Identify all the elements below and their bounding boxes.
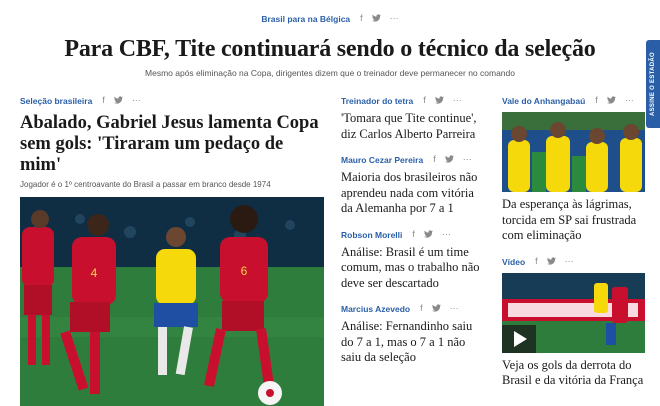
twitter-icon[interactable] bbox=[606, 96, 616, 106]
story-kicker[interactable]: Robson Morelli bbox=[341, 230, 402, 240]
twitter-icon[interactable] bbox=[431, 304, 441, 314]
story-kicker[interactable]: Vale do Anhangabaú bbox=[502, 96, 585, 106]
top-subtitle: Mesmo após eliminação na Copa, dirigente… bbox=[145, 68, 515, 78]
crowd-image bbox=[502, 112, 645, 192]
list-item: Vídeo f ··· Veja os gols da derrota do B… bbox=[502, 256, 645, 389]
facebook-icon[interactable]: f bbox=[102, 96, 105, 106]
more-icon[interactable]: ··· bbox=[565, 256, 574, 267]
subscribe-tab[interactable]: ASSINE O ESTADÃO bbox=[646, 40, 660, 128]
svg-text:4: 4 bbox=[91, 266, 98, 280]
story-headline[interactable]: Veja os gols da derrota do Brasil e da v… bbox=[502, 358, 645, 389]
story-kicker[interactable]: Marcius Azevedo bbox=[341, 304, 410, 314]
list-item: Vale do Anhangabaú f ··· Da esperança às… bbox=[502, 96, 645, 244]
more-icon[interactable]: ··· bbox=[625, 96, 634, 106]
share-bar: f ··· bbox=[360, 14, 399, 24]
list-item: Mauro Cezar Pereira f ··· Maioria dos br… bbox=[341, 155, 487, 217]
subscribe-tab-label: ASSINE O ESTADÃO bbox=[650, 51, 656, 117]
more-icon[interactable]: ··· bbox=[390, 14, 399, 24]
more-icon[interactable]: ··· bbox=[132, 96, 141, 106]
story-kicker[interactable]: Mauro Cezar Pereira bbox=[341, 155, 423, 165]
facebook-icon[interactable]: f bbox=[535, 256, 538, 267]
video-image bbox=[502, 272, 645, 353]
facebook-icon[interactable]: f bbox=[412, 229, 415, 240]
story-headline[interactable]: 'Tomara que Tite continue', diz Carlos A… bbox=[341, 111, 487, 142]
main-story: Seleção brasileira f ··· Abalado, Gabrie… bbox=[20, 96, 326, 406]
twitter-icon[interactable] bbox=[546, 256, 556, 267]
facebook-icon[interactable]: f bbox=[423, 96, 426, 106]
main-photo[interactable]: 6 4 bbox=[20, 197, 324, 406]
share-bar: f ··· bbox=[412, 229, 451, 240]
svg-text:6: 6 bbox=[241, 264, 248, 278]
share-bar: f ··· bbox=[102, 96, 141, 106]
facebook-icon[interactable]: f bbox=[595, 96, 598, 106]
facebook-icon[interactable]: f bbox=[433, 155, 436, 165]
main-headline[interactable]: Abalado, Gabriel Jesus lamenta Copa sem … bbox=[20, 113, 326, 176]
list-item: Treinador do tetra f ··· 'Tomara que Tit… bbox=[341, 96, 487, 142]
top-story: Brasil para na Bélgica f ··· Para CBF, T… bbox=[0, 14, 660, 79]
more-icon[interactable]: ··· bbox=[450, 304, 459, 314]
main-kicker-row: Seleção brasileira f ··· bbox=[20, 96, 326, 107]
share-bar: f ··· bbox=[433, 155, 472, 165]
main-subtitle: Jogador é o 1º centroavante do Brasil a … bbox=[20, 180, 271, 189]
secondary-stories: Treinador do tetra f ··· 'Tomara que Tit… bbox=[341, 96, 487, 379]
story-headline[interactable]: Análise: Brasil é um time comum, mas o t… bbox=[341, 245, 487, 292]
more-icon[interactable]: ··· bbox=[463, 155, 472, 165]
share-bar: f ··· bbox=[423, 96, 462, 106]
share-bar: f ··· bbox=[420, 304, 459, 314]
story-kicker[interactable]: Treinador do tetra bbox=[341, 96, 413, 106]
tertiary-stories: Vale do Anhangabaú f ··· Da esperança às… bbox=[502, 96, 645, 402]
soccer-match-image: 6 4 bbox=[20, 197, 324, 406]
list-item: Robson Morelli f ··· Análise: Brasil é u… bbox=[341, 229, 487, 292]
twitter-icon[interactable] bbox=[371, 14, 381, 24]
share-bar: f ··· bbox=[595, 96, 634, 106]
share-bar: f ··· bbox=[535, 256, 574, 267]
fans-photo[interactable] bbox=[502, 112, 645, 192]
more-icon[interactable]: ··· bbox=[442, 229, 451, 240]
top-kicker-row: Brasil para na Bélgica f ··· bbox=[0, 14, 660, 25]
video-thumbnail[interactable] bbox=[502, 272, 645, 353]
list-item: Marcius Azevedo f ··· Análise: Fernandin… bbox=[341, 304, 487, 366]
twitter-icon[interactable] bbox=[113, 96, 123, 106]
facebook-icon[interactable]: f bbox=[420, 304, 423, 314]
story-headline[interactable]: Análise: Fernandinho saiu do 7 a 1, mas … bbox=[341, 319, 487, 366]
top-kicker[interactable]: Brasil para na Bélgica bbox=[261, 14, 350, 24]
main-kicker[interactable]: Seleção brasileira bbox=[20, 96, 92, 106]
facebook-icon[interactable]: f bbox=[360, 14, 363, 24]
more-icon[interactable]: ··· bbox=[453, 96, 462, 106]
story-headline[interactable]: Da esperança às lágrimas, torcida em SP … bbox=[502, 197, 645, 244]
story-kicker[interactable]: Vídeo bbox=[502, 257, 525, 267]
top-headline[interactable]: Para CBF, Tite continuará sendo o técnic… bbox=[0, 36, 660, 63]
twitter-icon[interactable] bbox=[444, 155, 454, 165]
twitter-icon[interactable] bbox=[423, 229, 433, 240]
twitter-icon[interactable] bbox=[434, 96, 444, 106]
story-headline[interactable]: Maioria dos brasileiros não aprendeu nad… bbox=[341, 170, 487, 217]
